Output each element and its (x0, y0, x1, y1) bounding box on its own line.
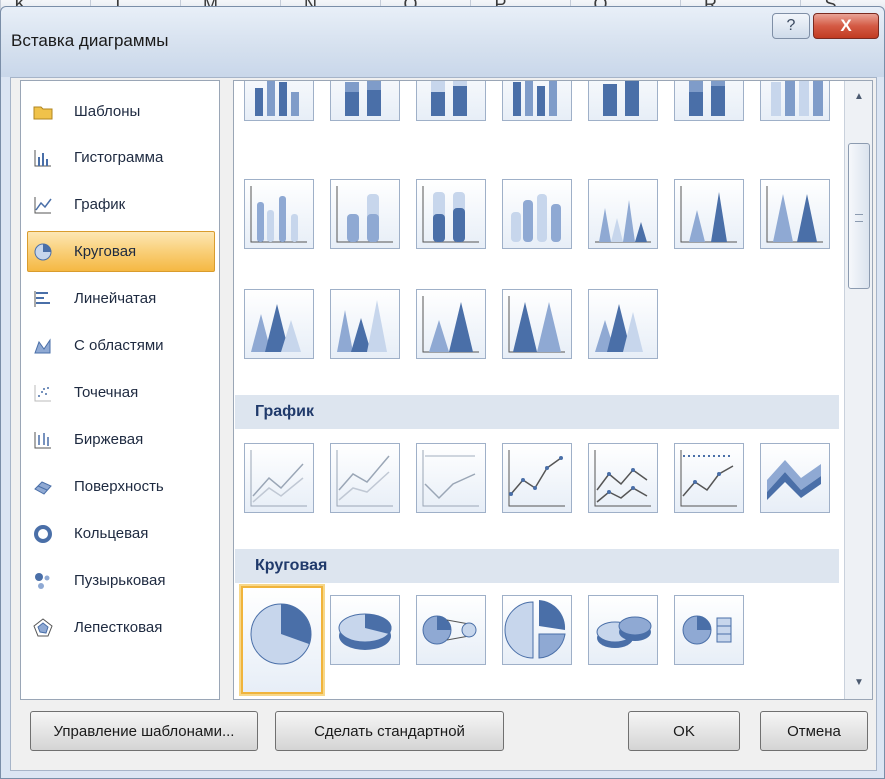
category-label: Линейчатая (74, 290, 157, 307)
manage-templates-button[interactable]: Управление шаблонами... (30, 711, 258, 751)
scatter-chart-icon (32, 382, 54, 404)
chart-thumb-cone-stacked[interactable] (674, 179, 744, 249)
section-header-line: График (235, 395, 839, 429)
help-button[interactable]: ? (772, 13, 810, 39)
category-item-scatter[interactable]: Точечная (27, 372, 215, 413)
chart-thumb-stacked-line-markers[interactable] (588, 443, 658, 513)
category-item-doughnut[interactable]: Кольцевая (27, 513, 215, 554)
chart-thumb-3d-clustered-column[interactable] (244, 81, 314, 121)
chart-thumb-3d-line[interactable] (760, 443, 830, 513)
chart-thumb-pyramid-3d-column[interactable] (588, 289, 658, 359)
chart-thumb-pie-2d[interactable] (241, 586, 323, 694)
radar-chart-icon (32, 617, 54, 639)
chart-thumb-line[interactable] (244, 443, 314, 513)
category-item-radar[interactable]: Лепестковая (27, 607, 215, 648)
ok-button[interactable]: OK (628, 711, 740, 751)
line-chart-icon (32, 194, 54, 216)
category-item-area[interactable]: С областями (27, 325, 215, 366)
scroll-grip-icon (855, 214, 863, 222)
stock-chart-icon (32, 429, 54, 451)
section-header-pie: Круговая (235, 549, 839, 583)
pie-chart-icon (32, 241, 54, 263)
category-label: Пузырьковая (74, 572, 166, 589)
chart-thumb-exploded-pie[interactable] (502, 595, 572, 665)
chart-thumb-pie-of-pie[interactable] (416, 595, 486, 665)
bubble-chart-icon (32, 570, 54, 592)
chart-thumb-3d-cube-stacked[interactable] (674, 81, 744, 121)
close-button[interactable]: X (813, 13, 879, 39)
chart-thumb-3d-100-stacked-column[interactable] (416, 81, 486, 121)
chart-thumb-stacked-line[interactable] (330, 443, 400, 513)
chart-thumb-exploded-pie-3d[interactable] (588, 595, 658, 665)
category-label: С областями (74, 337, 164, 354)
chart-thumb-3d-stacked-column[interactable] (330, 81, 400, 121)
category-label: Круговая (74, 243, 137, 260)
chart-thumb-3d-column[interactable] (502, 81, 572, 121)
category-label: Гистограмма (74, 149, 164, 166)
category-item-surface[interactable]: Поверхность (27, 466, 215, 507)
category-label: Кольцевая (74, 525, 149, 542)
chart-thumb-100-stacked-line[interactable] (416, 443, 486, 513)
gallery-scrollbar[interactable]: ▲ ▼ (844, 81, 872, 699)
chart-thumb-bar-of-pie[interactable] (674, 595, 744, 665)
chart-thumb-pyramid-stacked[interactable] (330, 289, 400, 359)
area-chart-icon (32, 335, 54, 357)
chart-category-list: Шаблоны Гистограмма График Круговая Лине… (20, 80, 220, 700)
bar-chart-icon (32, 288, 54, 310)
category-item-pie[interactable]: Круговая (27, 231, 215, 272)
chart-thumb-cone-100[interactable] (760, 179, 830, 249)
category-item-bar[interactable]: Линейчатая (27, 278, 215, 319)
category-label: Биржевая (74, 431, 144, 448)
category-item-templates[interactable]: Шаблоны (27, 91, 215, 132)
chart-thumb-pyramid-clustered[interactable] (244, 289, 314, 359)
category-label: Шаблоны (74, 103, 141, 120)
category-label: Точечная (74, 384, 139, 401)
scroll-thumb[interactable] (848, 143, 870, 289)
doughnut-chart-icon (32, 523, 54, 545)
chart-thumb-cylinder-clustered[interactable] (244, 179, 314, 249)
chart-thumb-pyramid-100[interactable] (416, 289, 486, 359)
category-label: Лепестковая (74, 619, 163, 636)
chart-thumb-pie-3d[interactable] (330, 595, 400, 665)
dialog-title: Вставка диаграммы (11, 31, 169, 50)
category-item-stock[interactable]: Биржевая (27, 419, 215, 460)
chart-thumb-cylinder-3d[interactable] (502, 179, 572, 249)
chart-thumb-cylinder-stacked[interactable] (330, 179, 400, 249)
scroll-down-icon[interactable]: ▼ (849, 673, 869, 693)
column-chart-icon (32, 147, 54, 169)
chart-thumb-pyramid-3d[interactable] (502, 289, 572, 359)
category-item-column[interactable]: Гистограмма (27, 137, 215, 178)
chart-thumb-cylinder-100[interactable] (416, 179, 486, 249)
chart-thumb-cone-clustered[interactable] (588, 179, 658, 249)
scroll-up-icon[interactable]: ▲ (849, 87, 869, 107)
category-item-line[interactable]: График (27, 184, 215, 225)
category-label: График (74, 196, 126, 213)
category-item-bubble[interactable]: Пузырьковая (27, 560, 215, 601)
set-as-default-button[interactable]: Сделать стандартной (275, 711, 504, 751)
cancel-button[interactable]: Отмена (760, 711, 868, 751)
surface-chart-icon (32, 476, 54, 498)
chart-thumb-3d-cube-column[interactable] (588, 81, 658, 121)
folder-icon (32, 101, 54, 123)
chart-thumb-100-line-markers[interactable] (674, 443, 744, 513)
chart-subtype-gallery: График Круговая ▲ ▼ (233, 80, 873, 700)
category-label: Поверхность (74, 478, 164, 495)
chart-thumb-3d-cube-full[interactable] (760, 81, 830, 121)
chart-thumb-line-markers[interactable] (502, 443, 572, 513)
dialog-titlebar[interactable]: Вставка диаграммы ? X (1, 7, 884, 77)
